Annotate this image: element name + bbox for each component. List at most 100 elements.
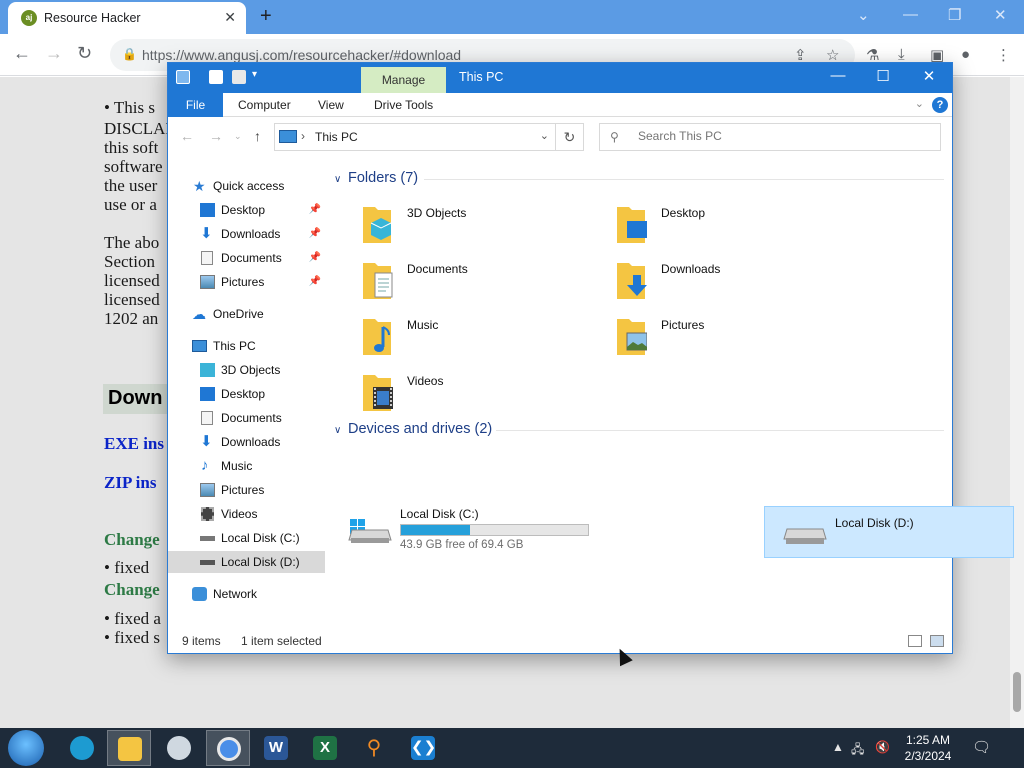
reload-icon[interactable]: ↻ bbox=[77, 43, 92, 64]
collapse-chevron-icon[interactable]: ∨ bbox=[334, 174, 348, 185]
refresh-icon[interactable]: ↻ bbox=[556, 123, 584, 151]
minimize-button[interactable]: — bbox=[823, 67, 853, 84]
folder-label: Music bbox=[407, 318, 439, 332]
nav-pc-desktop[interactable]: Desktop bbox=[168, 383, 325, 405]
drive-label: Local Disk (D:) bbox=[835, 516, 914, 530]
volume-muted-icon[interactable]: 🔇 bbox=[875, 740, 890, 754]
folder-videos[interactable]: Videos bbox=[336, 368, 586, 418]
details-view-icon[interactable] bbox=[908, 635, 922, 647]
collapse-chevron-icon[interactable]: ∨ bbox=[334, 425, 348, 436]
taskbar-excel[interactable]: X bbox=[303, 730, 347, 766]
nav-pc-pictures[interactable]: Pictures bbox=[168, 479, 325, 501]
qat-dropdown-icon[interactable]: ▾ bbox=[252, 69, 257, 80]
browser-close-button[interactable]: ✕ bbox=[994, 6, 1007, 24]
forward-arrow-icon[interactable]: → bbox=[209, 128, 223, 144]
nav-onedrive[interactable]: ☁ OneDrive bbox=[168, 303, 325, 325]
back-arrow-icon[interactable]: ← bbox=[180, 128, 194, 144]
search-input[interactable] bbox=[638, 129, 928, 143]
address-dropdown-icon[interactable]: ⌄ bbox=[540, 129, 549, 142]
drive-local-disk-c[interactable]: Local Disk (C:) 43.9 GB free of 69.4 GB bbox=[330, 504, 589, 556]
nav-network[interactable]: Network bbox=[168, 583, 325, 605]
nav-pc-downloads[interactable]: ⬇ Downloads bbox=[168, 431, 325, 453]
pin-icon[interactable]: 📌 bbox=[309, 199, 321, 221]
taskbar-file-explorer[interactable] bbox=[107, 730, 151, 766]
nav-this-pc[interactable]: This PC bbox=[168, 335, 325, 357]
taskbar-vscode[interactable]: ❮❯ bbox=[401, 730, 445, 766]
this-pc-icon bbox=[192, 340, 207, 352]
tab-view[interactable]: View bbox=[310, 93, 352, 117]
browser-minimize-button[interactable]: — bbox=[903, 6, 918, 23]
menu-icon[interactable]: ⋮ bbox=[996, 46, 1011, 64]
nav-pc-local-disk-d[interactable]: Local Disk (D:) bbox=[168, 551, 325, 573]
page-scrollbar[interactable] bbox=[1010, 77, 1024, 728]
tab-file[interactable]: File bbox=[168, 93, 223, 117]
breadcrumb-separator-icon[interactable]: › bbox=[301, 129, 305, 143]
pin-icon[interactable]: 📌 bbox=[309, 271, 321, 293]
tray-overflow-icon[interactable]: ▲ bbox=[832, 740, 844, 754]
new-tab-button[interactable]: + bbox=[260, 5, 272, 28]
nav-label: This PC bbox=[213, 339, 256, 353]
nav-pc-videos[interactable]: Videos bbox=[168, 503, 325, 525]
address-box[interactable]: › This PC ⌄ bbox=[274, 123, 556, 151]
browser-tab[interactable]: aj Resource Hacker ✕ bbox=[8, 2, 246, 34]
taskbar-chrome[interactable] bbox=[206, 730, 250, 766]
download-icon[interactable]: ⤓ bbox=[898, 46, 905, 63]
folder-3d-objects[interactable]: 3D Objects bbox=[336, 200, 586, 250]
nav-pc-documents[interactable]: Documents bbox=[168, 407, 325, 429]
back-icon[interactable]: ← bbox=[13, 43, 31, 64]
search-box[interactable]: ⚲ bbox=[599, 123, 941, 151]
drive-usage-fill bbox=[401, 525, 470, 535]
forward-icon[interactable]: → bbox=[45, 43, 63, 64]
exe-installer-link[interactable]: EXE ins bbox=[104, 434, 164, 454]
taskbar-edge[interactable] bbox=[60, 730, 104, 766]
folder-label: Documents bbox=[407, 262, 468, 276]
zip-installer-link[interactable]: ZIP ins bbox=[104, 473, 156, 493]
browser-restore-button[interactable]: ❐ bbox=[948, 6, 961, 24]
recent-dropdown-icon[interactable]: ⌄ bbox=[234, 131, 242, 142]
notifications-icon[interactable]: 🗨 bbox=[972, 738, 991, 756]
maximize-button[interactable]: ☐ bbox=[868, 67, 898, 85]
tab-computer[interactable]: Computer bbox=[230, 93, 299, 117]
tab-close-icon[interactable]: ✕ bbox=[224, 9, 236, 26]
this-pc-icon bbox=[279, 130, 297, 143]
explorer-titlebar[interactable]: ▾ Manage This PC — ☐ ✕ bbox=[168, 63, 952, 93]
system-clock[interactable]: 1:25 AM 2/3/2024 bbox=[893, 732, 963, 764]
folder-desktop[interactable]: Desktop bbox=[590, 200, 840, 250]
nav-pc-music[interactable]: ♪ Music bbox=[168, 455, 325, 477]
folder-downloads[interactable]: Downloads bbox=[590, 256, 840, 306]
folder-documents[interactable]: Documents bbox=[336, 256, 586, 306]
taskbar-search-tool[interactable]: ⚲ bbox=[352, 730, 396, 766]
drive-local-disk-d[interactable]: Local Disk (D:) bbox=[764, 506, 1014, 558]
nav-qa-desktop[interactable]: Desktop 📌 bbox=[168, 199, 325, 221]
folders-group-header[interactable]: ∨ Folders (7) bbox=[334, 170, 418, 186]
ribbon-expand-icon[interactable]: ⌄ bbox=[915, 97, 924, 110]
profile-icon[interactable]: ● bbox=[961, 46, 970, 63]
folder-music[interactable]: Music bbox=[336, 312, 586, 362]
drives-group-header[interactable]: ∨ Devices and drives (2) bbox=[334, 421, 492, 437]
nav-quick-access[interactable]: ★ Quick access bbox=[168, 175, 325, 197]
up-arrow-icon[interactable]: ↑ bbox=[254, 128, 261, 144]
pin-icon[interactable]: 📌 bbox=[309, 247, 321, 269]
pin-icon[interactable]: 📌 bbox=[309, 223, 321, 245]
tab-search-icon[interactable]: ⌄ bbox=[857, 6, 870, 24]
properties-icon[interactable] bbox=[209, 70, 223, 84]
nav-pc-3d-objects[interactable]: 3D Objects bbox=[168, 359, 325, 381]
nav-pc-local-disk-c[interactable]: Local Disk (C:) bbox=[168, 527, 325, 549]
scrollbar-thumb[interactable] bbox=[1013, 672, 1021, 712]
breadcrumb-this-pc[interactable]: This PC bbox=[315, 130, 358, 144]
nav-qa-downloads[interactable]: ⬇ Downloads 📌 bbox=[168, 223, 325, 245]
taskbar-paint[interactable] bbox=[157, 730, 201, 766]
nav-qa-pictures[interactable]: Pictures 📌 bbox=[168, 271, 325, 293]
large-icons-view-icon[interactable] bbox=[930, 635, 944, 647]
start-button[interactable] bbox=[8, 730, 44, 766]
drive-free-space: 43.9 GB free of 69.4 GB bbox=[400, 539, 524, 551]
network-tray-icon[interactable]: 🖧 bbox=[851, 740, 864, 761]
tab-drive-tools[interactable]: Drive Tools bbox=[366, 93, 441, 117]
taskbar-word[interactable]: W bbox=[254, 730, 298, 766]
new-folder-icon[interactable] bbox=[232, 70, 246, 84]
help-icon[interactable]: ? bbox=[932, 97, 948, 113]
nav-qa-documents[interactable]: Documents 📌 bbox=[168, 247, 325, 269]
tab-manage[interactable]: Manage bbox=[361, 67, 446, 93]
close-button[interactable]: ✕ bbox=[914, 67, 944, 85]
folder-pictures[interactable]: Pictures bbox=[590, 312, 840, 362]
